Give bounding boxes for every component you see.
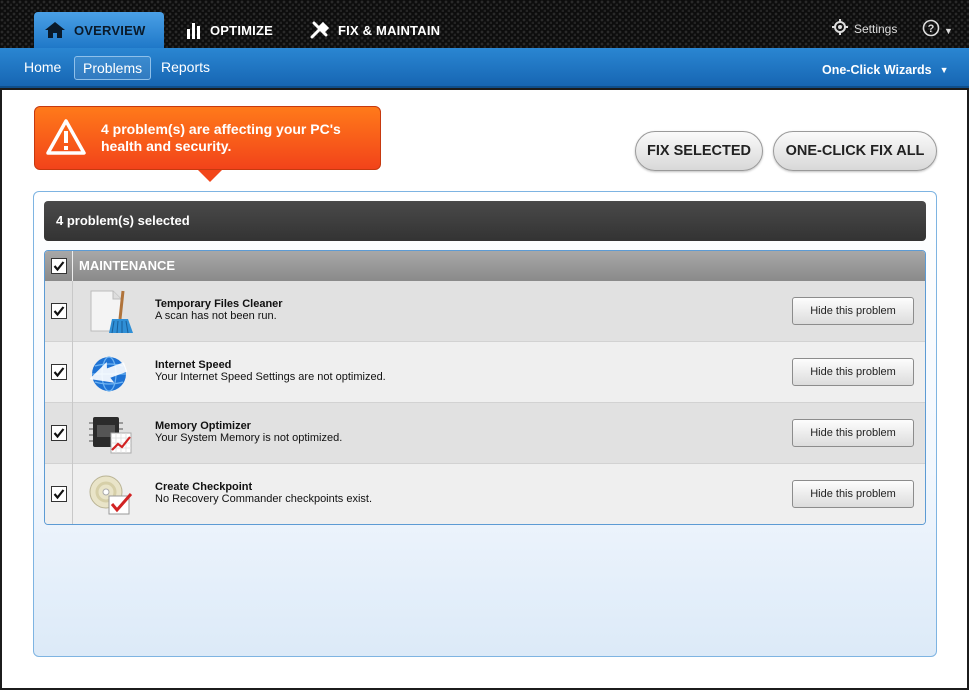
problem-checkbox[interactable] (51, 303, 67, 319)
problem-description: Your System Memory is not optimized. (155, 432, 343, 444)
hide-problem-button[interactable]: Hide this problem (792, 358, 914, 386)
subnav-home[interactable]: Home (16, 56, 69, 80)
tab-overview-label: OVERVIEW (74, 22, 146, 38)
problem-checkbox[interactable] (51, 486, 67, 502)
disc-check-icon (87, 472, 133, 518)
tab-optimize[interactable]: OPTIMIZE (176, 12, 283, 48)
broom-file-icon (87, 289, 133, 335)
group-checkbox[interactable] (51, 258, 67, 274)
gear-icon (832, 19, 848, 38)
problem-alert-banner: 4 problem(s) are affecting your PC's hea… (34, 106, 381, 182)
one-click-fix-all-button[interactable]: ONE-CLICK FIX ALL (773, 131, 937, 171)
tab-overview[interactable]: OVERVIEW (34, 12, 164, 48)
one-click-wizards-menu[interactable]: One-Click Wizards ▼ (822, 63, 949, 77)
alert-text: 4 problem(s) are affecting your PC's hea… (101, 121, 341, 154)
problem-checkbox[interactable] (51, 364, 67, 380)
svg-text:?: ? (928, 23, 935, 35)
problem-row: Temporary Files Cleaner A scan has not b… (45, 281, 925, 342)
problem-title: Temporary Files Cleaner (155, 298, 283, 310)
group-header-maintenance: MAINTENANCE (45, 251, 925, 281)
subnav-problems[interactable]: Problems (74, 56, 152, 80)
globe-arrow-icon (87, 350, 133, 396)
problem-checkbox[interactable] (51, 425, 67, 441)
tab-fix-maintain[interactable]: FIX & MAINTAIN (300, 12, 450, 48)
problem-row: Create Checkpoint No Recovery Commander … (45, 464, 925, 524)
hide-problem-button[interactable]: Hide this problem (792, 297, 914, 325)
hide-problem-button[interactable]: Hide this problem (792, 419, 914, 447)
problem-list: MAINTENANCE Temporary Files Cleaner A sc… (44, 250, 926, 525)
chevron-down-icon: ▼ (939, 65, 949, 75)
warning-icon (45, 118, 87, 161)
row-check-cell (45, 342, 73, 403)
group-check-cell (45, 251, 73, 281)
problem-row: Internet Speed Your Internet Speed Setti… (45, 342, 925, 403)
problem-description: A scan has not been run. (155, 310, 277, 322)
problems-panel: 4 problem(s) selected MAINTENANCE Tempor… (33, 191, 937, 657)
help-icon: ? (922, 19, 940, 42)
house-icon (44, 21, 66, 39)
problem-title: Create Checkpoint (155, 481, 253, 493)
hide-problem-button[interactable]: Hide this problem (792, 480, 914, 508)
problem-row: Memory Optimizer Your System Memory is n… (45, 403, 925, 464)
problem-description: No Recovery Commander checkpoints exist. (155, 493, 373, 505)
content-area: 4 problem(s) are affecting your PC's hea… (2, 90, 967, 688)
settings-label: Settings (854, 21, 898, 36)
tab-optimize-label: OPTIMIZE (210, 22, 273, 38)
subnav-reports[interactable]: Reports (153, 56, 218, 80)
bar-chart-icon (186, 21, 202, 39)
problem-description: Your Internet Speed Settings are not opt… (155, 371, 386, 383)
selected-summary: 4 problem(s) selected (44, 201, 926, 241)
sub-nav-bar: Home Problems Reports One-Click Wizards … (0, 48, 969, 88)
top-nav-bar: OVERVIEW OPTIMIZE FIX & MAINTAIN Setting… (0, 0, 969, 48)
tab-fix-maintain-label: FIX & MAINTAIN (338, 22, 441, 38)
settings-button[interactable]: Settings (832, 19, 897, 38)
fix-selected-button[interactable]: FIX SELECTED (635, 131, 763, 171)
problem-title: Memory Optimizer (155, 420, 251, 432)
group-title: MAINTENANCE (79, 258, 176, 273)
help-menu[interactable]: ? ▼ (922, 19, 953, 42)
problem-title: Internet Speed (155, 359, 232, 371)
alert-pointer (198, 170, 222, 182)
row-check-cell (45, 464, 73, 524)
wizards-label: One-Click Wizards (822, 63, 932, 77)
chevron-down-icon: ▼ (944, 25, 953, 36)
ram-chip-icon (87, 411, 133, 457)
row-check-cell (45, 403, 73, 464)
tools-icon (310, 21, 330, 39)
row-check-cell (45, 281, 73, 342)
